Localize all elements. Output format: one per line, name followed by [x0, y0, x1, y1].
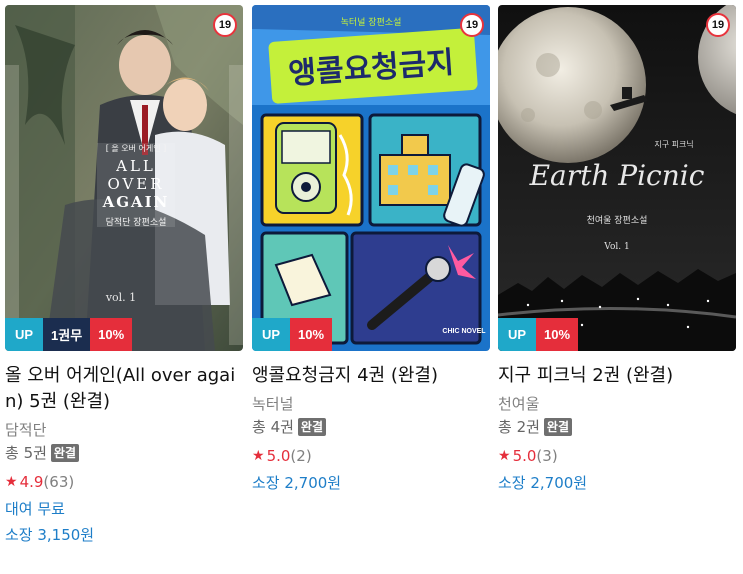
book-cover[interactable]: [ 올 오버 어게인 ] ALL OVER AGAIN 담적단 장편소설 vol… — [5, 5, 243, 351]
book-grid: [ 올 오버 어게인 ] ALL OVER AGAIN 담적단 장편소설 vol… — [0, 0, 743, 574]
rating-score: 5.0 — [512, 447, 537, 465]
rating[interactable]: ★ 5.0 (2) — [252, 445, 490, 467]
volume-count: 총 4권 완결 — [252, 415, 490, 439]
svg-text:AGAIN: AGAIN — [102, 193, 170, 211]
discount-badge: 10% — [90, 318, 133, 351]
svg-text:녹터널 장편소설: 녹터널 장편소설 — [341, 16, 402, 28]
cover-illustration: 녹터널 장편소설 앵콜요청금지 CHIC NOVEL — [252, 5, 490, 351]
rating-count: (2) — [290, 447, 312, 465]
completed-badge: 완결 — [297, 418, 327, 436]
update-badge: UP — [498, 318, 536, 351]
rent-price: 대여 무료 — [5, 500, 65, 518]
completed-badge: 완결 — [543, 418, 573, 436]
rating-count: (63) — [43, 473, 75, 491]
rating-score: 4.9 — [19, 473, 44, 491]
star-icon: ★ — [252, 448, 265, 464]
adult-rating-badge: 19 — [213, 13, 237, 37]
badge-row: UP 10% — [498, 318, 579, 351]
buy-price: 소장 2,700원 — [252, 474, 342, 492]
rating[interactable]: ★ 4.9 (63) — [5, 471, 243, 493]
svg-text:OVER: OVER — [107, 175, 164, 193]
svg-text:지구 피크닉: 지구 피크닉 — [654, 140, 693, 149]
book-title[interactable]: 앵콜요청금지 4권 (완결) — [252, 363, 490, 389]
star-icon: ★ — [498, 448, 511, 464]
book-author[interactable]: 천여울 — [498, 393, 736, 415]
discount-badge: 10% — [290, 318, 333, 351]
book-card[interactable]: 녹터널 장편소설 앵콜요청금지 CHIC NOVEL 19 UP 10% 앵콜요… — [252, 5, 490, 495]
cover-illustration: [ 올 오버 어게인 ] ALL OVER AGAIN 담적단 장편소설 vol… — [5, 5, 243, 351]
volume-count-text: 총 4권 — [252, 418, 294, 436]
star-icon: ★ — [5, 474, 18, 490]
book-title[interactable]: 지구 피크닉 2권 (완결) — [498, 363, 736, 389]
badge-row: UP 10% — [252, 318, 333, 351]
svg-text:vol. 1: vol. 1 — [105, 291, 136, 304]
volume-count: 총 2권 완결 — [498, 415, 736, 439]
svg-text:Earth Picnic: Earth Picnic — [529, 159, 705, 192]
book-cover[interactable]: 녹터널 장편소설 앵콜요청금지 CHIC NOVEL 19 UP 10% — [252, 5, 490, 351]
svg-text:CHIC NOVEL: CHIC NOVEL — [442, 328, 486, 335]
volume-count: 총 5권 완결 — [5, 441, 243, 465]
adult-rating-badge: 19 — [460, 13, 484, 37]
discount-badge: 10% — [536, 318, 579, 351]
svg-text:담적단 장편소설: 담적단 장편소설 — [106, 216, 167, 228]
completed-badge: 완결 — [50, 444, 80, 462]
badge-row: UP 1권무 10% — [5, 318, 133, 351]
volume-count-text: 총 5권 — [5, 444, 47, 462]
book-title[interactable]: 올 오버 어게인(All over again) 5권 (완결) — [5, 363, 243, 415]
book-card[interactable]: [ 올 오버 어게인 ] ALL OVER AGAIN 담적단 장편소설 vol… — [5, 5, 243, 547]
update-badge: UP — [252, 318, 290, 351]
update-badge: UP — [5, 318, 43, 351]
free-volume-badge: 1권무 — [43, 318, 91, 351]
rating-count: (3) — [536, 447, 558, 465]
rating-score: 5.0 — [266, 447, 291, 465]
book-author[interactable]: 담적단 — [5, 419, 243, 441]
svg-text:Vol. 1: Vol. 1 — [603, 242, 629, 252]
svg-text:천여울 장편소설: 천여울 장편소설 — [587, 214, 648, 226]
cover-illustration: Earth Picnic 지구 피크닉 천여울 장편소설 Vol. 1 — [498, 5, 736, 351]
svg-text:ALL: ALL — [115, 157, 156, 175]
book-card[interactable]: Earth Picnic 지구 피크닉 천여울 장편소설 Vol. 1 19 U… — [498, 5, 736, 495]
buy-price: 소장 2,700원 — [498, 474, 588, 492]
adult-rating-badge: 19 — [706, 13, 730, 37]
buy-price: 소장 3,150원 — [5, 526, 95, 544]
rating[interactable]: ★ 5.0 (3) — [498, 445, 736, 467]
book-author[interactable]: 녹터널 — [252, 393, 490, 415]
volume-count-text: 총 2권 — [498, 418, 540, 436]
svg-text:[ 올 오버 어게인 ]: [ 올 오버 어게인 ] — [106, 143, 167, 153]
book-cover[interactable]: Earth Picnic 지구 피크닉 천여울 장편소설 Vol. 1 19 U… — [498, 5, 736, 351]
